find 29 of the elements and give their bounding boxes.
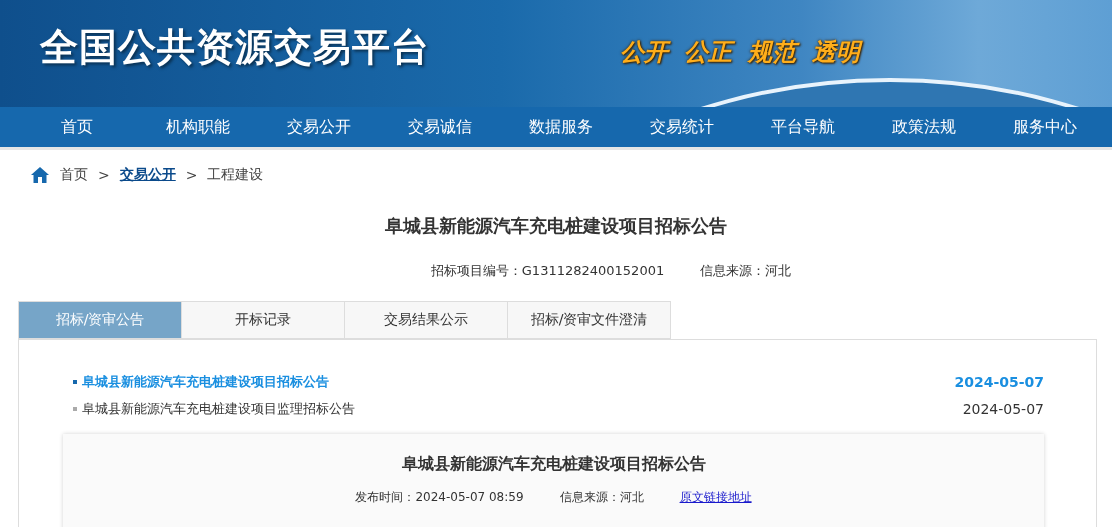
notice-date: 2024-05-07 <box>962 400 1044 417</box>
nav-item[interactable]: 首页 <box>16 116 137 138</box>
notice-link[interactable]: 阜城县新能源汽车充电桩建设项目招标公告 <box>82 372 329 391</box>
project-meta: 信息来源：河北 <box>700 262 792 280</box>
tab[interactable]: 开标记录 <box>181 301 345 339</box>
breadcrumb-separator: > <box>185 167 198 183</box>
notice-link[interactable]: 阜城县新能源汽车充电桩建设项目监理招标公告 <box>82 399 355 418</box>
nav-item[interactable]: 机构职能 <box>137 116 258 138</box>
article-meta: 信息来源：河北 <box>559 489 644 506</box>
breadcrumb-separator: > <box>98 167 110 183</box>
nav-item[interactable]: 交易统计 <box>621 116 742 138</box>
project-meta: 招标项目编号：G1311282400152001 <box>430 262 665 280</box>
article-title: 阜城县新能源汽车充电桩建设项目招标公告 <box>400 454 707 475</box>
notice-date: 2024-05-07 <box>954 373 1044 390</box>
breadcrumb-link[interactable]: 首页 <box>60 166 88 184</box>
site-title: 全国公共资源交易平台 <box>40 24 430 71</box>
article-meta: 发布时间：2024-05-07 08:59 <box>355 489 524 506</box>
nav-item[interactable]: 交易诚信 <box>379 116 500 138</box>
nav-item[interactable]: 平台导航 <box>742 116 863 138</box>
nav-item[interactable]: 服务中心 <box>984 116 1105 138</box>
nav-item[interactable]: 交易公开 <box>258 116 379 138</box>
tab[interactable]: 交易结果公示 <box>344 301 508 339</box>
nav-item[interactable]: 数据服务 <box>500 116 621 138</box>
source-link[interactable]: 原文链接地址 <box>679 489 752 506</box>
breadcrumb-current: 工程建设 <box>207 166 264 184</box>
breadcrumb-link[interactable]: 交易公开 <box>119 166 176 184</box>
nav-item[interactable]: 政策法规 <box>863 116 984 138</box>
tab[interactable]: 招标/资审文件澄清 <box>507 301 671 339</box>
project-title: 阜城县新能源汽车充电桩建设项目招标公告 <box>384 214 728 238</box>
